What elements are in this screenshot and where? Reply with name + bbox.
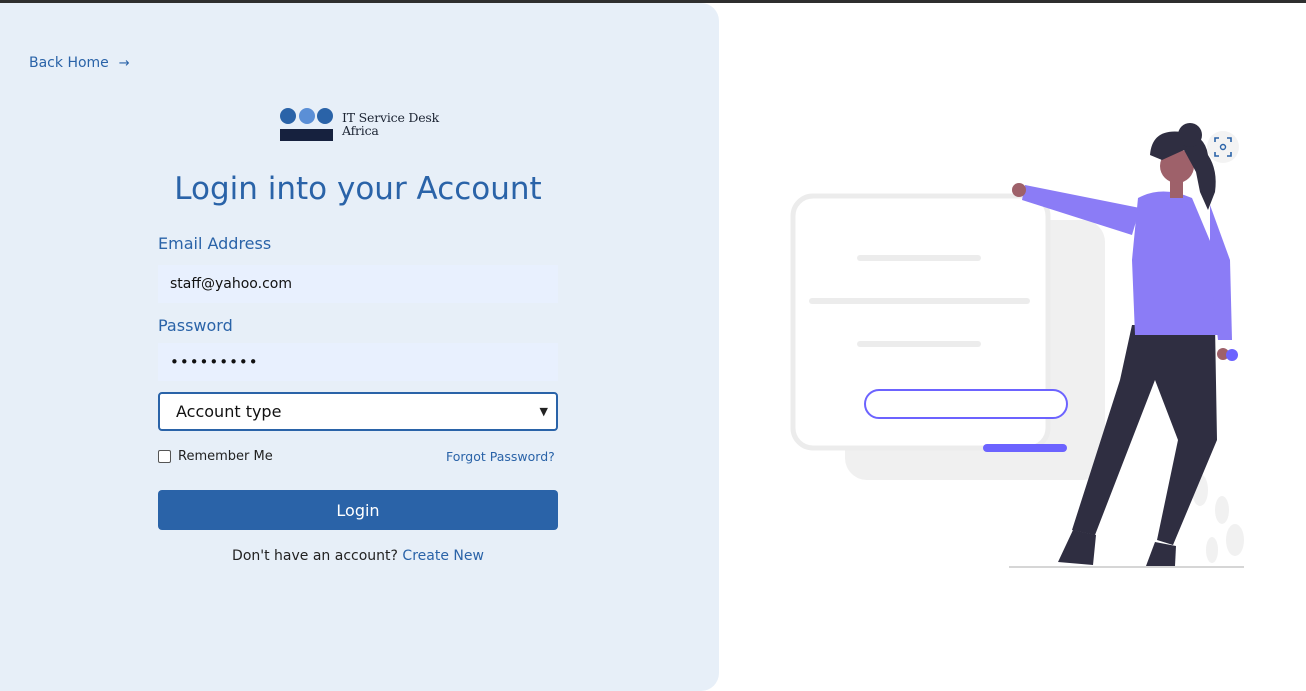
illustration-line <box>857 341 981 347</box>
page-title: Login into your Account <box>174 171 542 207</box>
back-home-link[interactable]: Back Home → <box>29 55 130 71</box>
remember-me-checkbox[interactable] <box>158 450 171 463</box>
illustration-button <box>983 444 1067 452</box>
back-home-label: Back Home <box>29 55 109 71</box>
illustration-line <box>809 298 1030 304</box>
brand-logo: IT Service Desk Africa <box>280 107 439 141</box>
password-value: ••••••••• <box>170 353 259 371</box>
password-label: Password <box>158 316 233 335</box>
logo-mark-icon <box>280 107 334 141</box>
forgot-password-link[interactable]: Forgot Password? <box>446 449 555 464</box>
remember-me-label: Remember Me <box>178 449 273 464</box>
email-field[interactable] <box>158 265 558 303</box>
plant-decor <box>1192 474 1244 563</box>
email-label: Email Address <box>158 234 272 253</box>
arrow-right-icon: → <box>118 55 130 71</box>
account-type-value: Account type <box>176 402 282 421</box>
remember-me[interactable]: Remember Me <box>158 449 273 464</box>
signup-prompt: Don't have an account? Create New <box>0 548 716 564</box>
create-new-link[interactable]: Create New <box>402 548 484 564</box>
login-illustration <box>790 123 1244 568</box>
signup-prompt-text: Don't have an account? <box>232 548 398 564</box>
login-panel: Back Home → IT Service Desk Africa Login… <box>0 3 719 691</box>
logo-text: IT Service Desk Africa <box>342 107 439 137</box>
focus-icon[interactable] <box>1207 131 1239 163</box>
illustration-line <box>857 255 981 261</box>
illustration-input <box>864 389 1068 419</box>
password-field[interactable]: ••••••••• <box>158 343 558 381</box>
illustration-ground <box>1009 566 1244 568</box>
login-button[interactable]: Login <box>158 490 558 530</box>
account-type-select[interactable]: Account type ▼ <box>158 392 558 431</box>
chevron-down-icon: ▼ <box>539 405 548 418</box>
logo-line2: Africa <box>342 123 379 138</box>
